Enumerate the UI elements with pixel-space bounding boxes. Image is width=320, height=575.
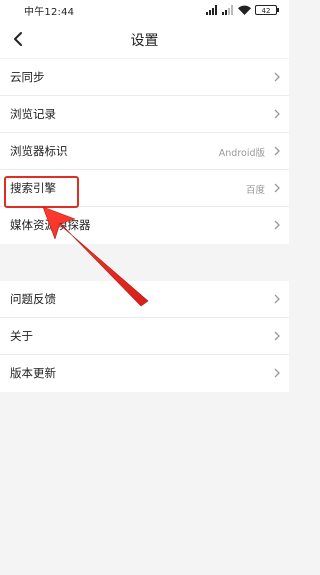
battery-level: 42	[261, 7, 271, 15]
setting-label: 媒体资源嗅探器	[10, 218, 91, 232]
chevron-right-icon	[274, 331, 280, 341]
chevron-right-icon	[274, 146, 280, 156]
setting-media-sniffer[interactable]: 媒体资源嗅探器	[0, 207, 289, 244]
chevron-right-icon	[274, 368, 280, 378]
chevron-right-icon	[274, 109, 280, 119]
chevron-right-icon	[274, 72, 280, 82]
setting-label: 关于	[10, 329, 33, 343]
status-time: 中午12:44	[24, 7, 75, 18]
top-nav-bar: 设置	[0, 20, 289, 58]
signal-icon	[206, 5, 217, 15]
setting-value: 百度	[245, 185, 265, 196]
setting-label: 浏览记录	[10, 107, 56, 121]
wifi-icon	[238, 5, 251, 15]
chevron-right-icon	[274, 220, 280, 230]
page-title: 设置	[130, 33, 159, 49]
chevron-right-icon	[274, 294, 280, 304]
setting-about[interactable]: 关于	[0, 318, 289, 355]
setting-value: Android版	[218, 148, 265, 159]
setting-label: 版本更新	[10, 366, 56, 380]
annotation-highlight-box	[4, 176, 79, 208]
setting-cloud-sync[interactable]: 云同步	[0, 59, 289, 96]
status-bar: 中午12:44 42	[0, 0, 289, 20]
setting-browser-ua[interactable]: 浏览器标识 Android版	[0, 133, 289, 170]
battery-icon: 42	[255, 5, 279, 15]
status-icons: 42	[206, 3, 279, 17]
setting-label: 浏览器标识	[10, 144, 68, 158]
setting-browsing-history[interactable]: 浏览记录	[0, 96, 289, 133]
chevron-right-icon	[274, 183, 280, 193]
setting-version-update[interactable]: 版本更新	[0, 355, 289, 392]
settings-group-1: 云同步 浏览记录 浏览器标识 Android版 搜索引擎 百度 媒体资源嗅探器	[0, 59, 289, 244]
settings-group-2: 问题反馈 关于 版本更新	[0, 281, 289, 392]
setting-label: 问题反馈	[10, 292, 56, 306]
setting-feedback[interactable]: 问题反馈	[0, 281, 289, 318]
signal-icon-2	[222, 5, 233, 15]
setting-label: 云同步	[10, 70, 45, 84]
